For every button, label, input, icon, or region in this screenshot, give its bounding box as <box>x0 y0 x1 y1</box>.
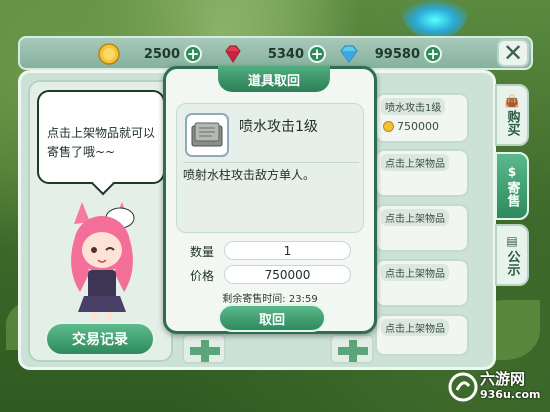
notice-icon: ▤ <box>506 234 518 248</box>
skill-book-icon <box>185 113 229 157</box>
watermark: 六游网 936u.com <box>446 368 546 408</box>
diamond-currency: 99580 + <box>338 43 442 65</box>
background-portal-glow <box>400 0 470 40</box>
gold-value: 2500 <box>143 46 180 62</box>
retrieve-button[interactable]: 取回 <box>218 304 326 332</box>
money-bag-icon: $ <box>507 165 517 179</box>
gold-currency: 2500 + <box>98 43 202 65</box>
ruby-value: 5340 <box>267 46 304 62</box>
tab-notice[interactable]: ▤ 公示 <box>495 224 529 286</box>
add-listing-slot[interactable] <box>182 334 226 364</box>
listing-label: 点击上架物品 <box>381 154 449 171</box>
speech-text: 点击上架物品就可以寄售了哦~~ <box>47 126 156 159</box>
tab-sell[interactable]: $ 寄售 <box>495 152 529 220</box>
listing-slot-1[interactable]: 喷水攻击1级 750000 <box>375 93 469 143</box>
watermark-url: 936u.com <box>480 388 541 401</box>
diamond-value: 99580 <box>374 46 420 62</box>
ruby-currency: 5340 + <box>222 43 326 65</box>
price-label: 价格 <box>190 269 215 283</box>
listing-slot-4[interactable]: 点击上架物品 <box>375 259 469 307</box>
tab-buy[interactable]: 👜 购买 <box>495 84 529 146</box>
item-description: 喷射水柱攻击敌方单人。 <box>183 168 316 182</box>
close-button[interactable]: ✕ <box>497 39 529 67</box>
listing-price: 750000 <box>383 120 439 133</box>
tab-buy-label: 购买 <box>504 110 520 136</box>
listing-slot-2[interactable]: 点击上架物品 <box>375 149 469 197</box>
quantity-field: 1 <box>224 241 351 260</box>
speech-bubble: 点击上架物品就可以寄售了哦~~ <box>37 90 165 184</box>
listing-label: 喷水攻击1级 <box>381 98 446 115</box>
npc-girl-portrait <box>71 202 135 326</box>
tab-notice-label: 公示 <box>504 250 520 276</box>
remaining-time: 剩余寄售时间: 23:59 <box>166 290 374 305</box>
close-icon: ✕ <box>502 39 524 67</box>
item-retrieve-popup: 道具取回 喷水攻击1级 喷射水柱攻击敌方单人。 数量 1 价格 750000 剩… <box>163 66 377 334</box>
trade-record-button[interactable]: 交易记录 <box>45 322 155 356</box>
add-gold-button[interactable]: + <box>184 45 202 63</box>
item-detail-box: 喷水攻击1级 喷射水柱攻击敌方单人。 <box>176 103 364 233</box>
npc-card: 点击上架物品就可以寄售了哦~~ <box>28 80 173 362</box>
price-field: 750000 <box>224 265 351 284</box>
listing-price-value: 750000 <box>397 120 439 133</box>
add-listing-slot[interactable] <box>330 334 374 364</box>
add-ruby-button[interactable]: + <box>308 45 326 63</box>
currency-bar: 2500 + 5340 + 99580 + <box>18 36 533 70</box>
bag-icon: 👜 <box>504 94 520 108</box>
divider <box>183 162 359 163</box>
add-diamond-button[interactable]: + <box>424 45 442 63</box>
listing-slot-5[interactable]: 点击上架物品 <box>375 314 469 356</box>
plus-icon <box>338 340 368 362</box>
watermark-logo-icon <box>448 372 478 402</box>
quantity-label: 数量 <box>190 245 215 259</box>
watermark-name: 六游网 <box>480 370 526 388</box>
plus-icon <box>190 340 220 362</box>
red-gem-icon <box>222 43 244 65</box>
item-name: 喷水攻击1级 <box>239 119 318 135</box>
listing-label: 点击上架物品 <box>381 209 449 226</box>
listing-label: 点击上架物品 <box>381 264 449 281</box>
blue-diamond-icon <box>338 43 360 65</box>
listing-label: 点击上架物品 <box>381 319 449 336</box>
tab-sell-label: 寄售 <box>504 181 520 207</box>
gold-coin-icon <box>383 121 394 132</box>
gold-coin-icon <box>98 43 120 65</box>
listing-slot-3[interactable]: 点击上架物品 <box>375 204 469 252</box>
popup-title: 道具取回 <box>218 66 330 92</box>
